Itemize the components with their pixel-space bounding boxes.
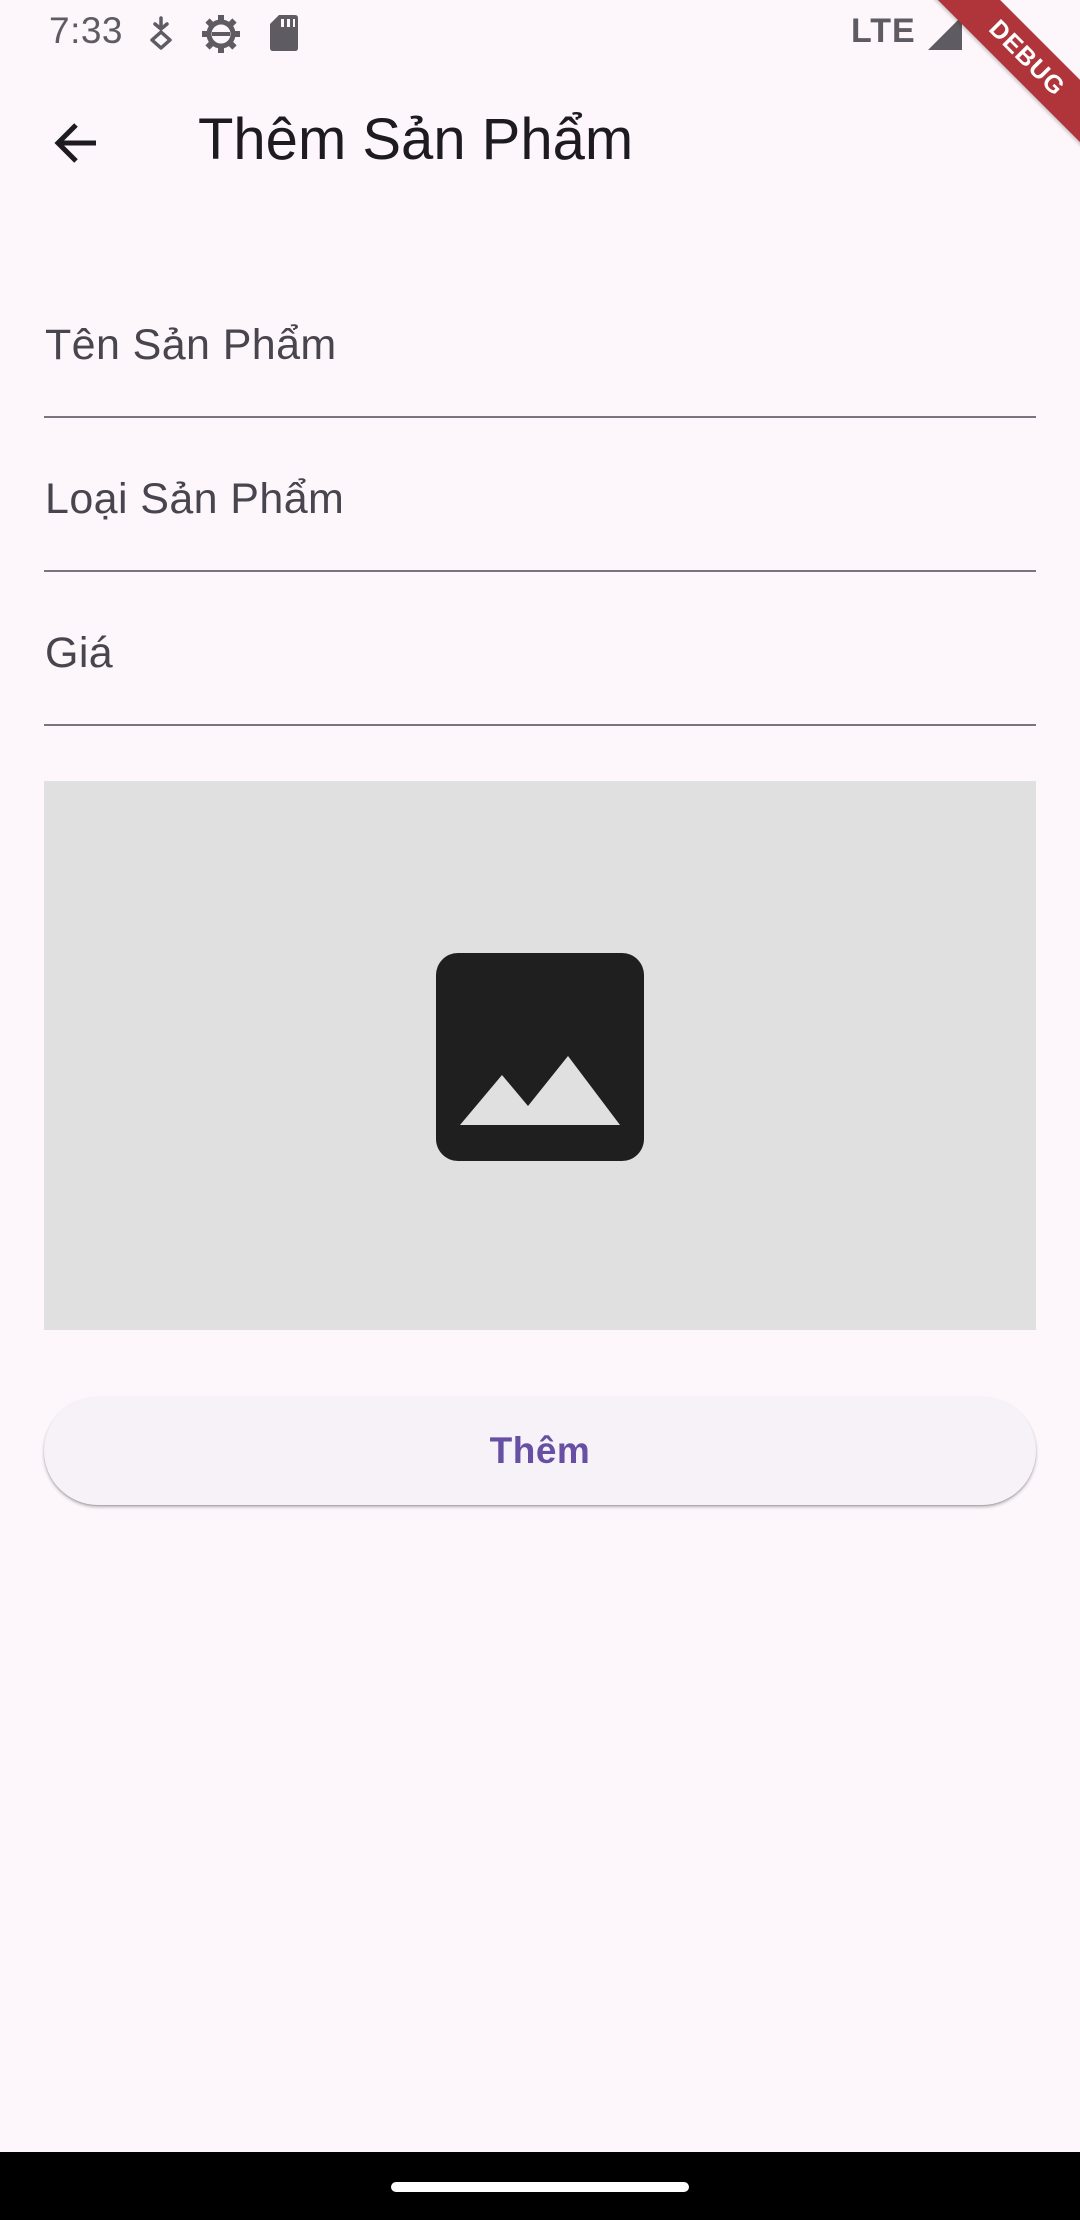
data-saver-icon <box>147 16 175 55</box>
status-time: 7:33 <box>49 10 124 51</box>
arrow-back-icon <box>52 119 100 172</box>
status-bar: 7:33 LTE <box>0 0 1080 66</box>
app-bar: Thêm Sản Phẩm <box>0 66 1080 220</box>
product-type-label: Loại Sản Phẩm <box>45 475 345 523</box>
product-type-field[interactable]: Loại Sản Phẩm <box>44 440 1036 572</box>
add-button[interactable]: Thêm <box>44 1397 1036 1505</box>
gear-icon <box>200 13 242 60</box>
image-icon <box>436 953 644 1161</box>
back-button[interactable] <box>42 111 110 179</box>
page-title: Thêm Sản Phẩm <box>198 107 634 172</box>
price-field[interactable]: Giá <box>44 594 1036 726</box>
navigation-bar <box>0 2152 1080 2220</box>
product-name-field[interactable]: Tên Sản Phẩm <box>44 286 1036 418</box>
image-picker[interactable] <box>44 781 1036 1330</box>
home-handle[interactable] <box>391 2182 689 2192</box>
product-name-label: Tên Sản Phẩm <box>45 321 337 369</box>
network-type: LTE <box>851 12 916 50</box>
price-label: Giá <box>45 629 114 677</box>
sd-card-icon <box>269 14 299 57</box>
